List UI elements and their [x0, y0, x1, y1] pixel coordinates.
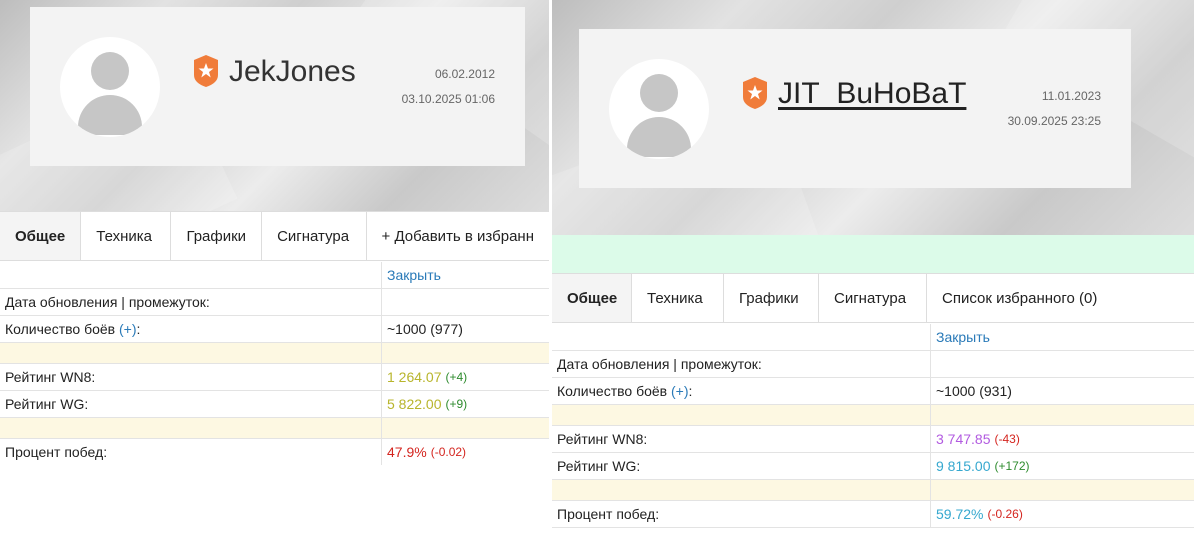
table-row: Закрыть [552, 324, 1194, 351]
registration-date: 06.02.2012 [434, 67, 495, 81]
wn8-delta: (+4) [445, 370, 468, 384]
tab-favorites-list[interactable]: Список избранного (0) [927, 274, 1112, 322]
tab-general[interactable]: Общее [552, 274, 632, 322]
tab-vehicles[interactable]: Техника [632, 274, 724, 322]
winrate-value: 59.72% [936, 506, 984, 522]
wn8-label: Рейтинг WN8: [552, 426, 931, 452]
wn8-label: Рейтинг WN8: [0, 364, 382, 390]
table-row: Рейтинг WN8: 1 264.07 (+4) [0, 364, 549, 391]
close-link[interactable]: Закрыть [387, 267, 441, 283]
battles-expand-link[interactable]: (+) [671, 383, 689, 399]
stats-table: Закрыть Дата обновления | промежуток: Ко… [0, 262, 549, 465]
tab-vehicles[interactable]: Техника [81, 212, 172, 260]
table-row: Дата обновления | промежуток: [0, 289, 549, 316]
username-link[interactable]: JIT_BuHoBaT [778, 77, 966, 111]
table-row: Закрыть [0, 262, 549, 289]
left-profile-panel: JekJones 06.02.2012 03.10.2025 01:06 Общ… [0, 0, 549, 543]
winrate-delta: (-0.02) [430, 445, 467, 459]
stats-table: Закрыть Дата обновления | промежуток: Ко… [552, 324, 1194, 528]
table-row: Количество боёв (+): ~1000 (977) [0, 316, 549, 343]
table-row-spacer [0, 343, 549, 364]
table-row: Рейтинг WG: 9 815.00 (+172) [552, 453, 1194, 480]
avatar-placeholder-icon [609, 59, 709, 159]
tab-signature[interactable]: Сигнатура [262, 212, 367, 260]
profile-card: JekJones 06.02.2012 03.10.2025 01:06 [30, 7, 525, 166]
update-label: Дата обновления | промежуток: [0, 289, 382, 315]
registration-date: 11.01.2023 [1041, 89, 1101, 103]
table-row: Процент побед: 47.9% (-0.02) [0, 439, 549, 465]
profile-tabs: Общее Техника Графики Сигнатура Список и… [552, 273, 1194, 323]
wg-label: Рейтинг WG: [0, 391, 382, 417]
profile-banner: JIT_BuHoBaT 11.01.2023 30.09.2025 23:25 [552, 0, 1194, 235]
profile-card: JIT_BuHoBaT 11.01.2023 30.09.2025 23:25 [579, 29, 1131, 188]
premium-star-badge-icon [743, 77, 767, 109]
winrate-label: Процент побед: [552, 501, 931, 527]
tab-charts[interactable]: Графики [724, 274, 819, 322]
battles-value: ~1000 (931) [936, 383, 1012, 399]
wn8-value: 3 747.85 [936, 431, 991, 447]
winrate-value: 47.9% [387, 444, 427, 460]
tab-charts[interactable]: Графики [171, 212, 263, 260]
add-to-favorites-tab[interactable]: + Добавить в избранн [367, 212, 549, 260]
tab-general[interactable]: Общее [0, 212, 82, 260]
battles-label: Количество боёв [557, 383, 668, 399]
battles-label: Количество боёв [5, 321, 116, 337]
table-row-spacer [552, 405, 1194, 426]
avatar-placeholder-icon [60, 37, 160, 137]
profile-tabs: Общее Техника Графики Сигнатура + Добави… [0, 211, 549, 261]
table-row: Процент побед: 59.72% (-0.26) [552, 501, 1194, 528]
table-row: Рейтинг WN8: 3 747.85 (-43) [552, 426, 1194, 453]
wn8-delta: (-43) [994, 432, 1020, 446]
wg-delta: (+9) [445, 397, 468, 411]
table-row: Количество боёв (+): ~1000 (931) [552, 378, 1194, 405]
wn8-value: 1 264.07 [387, 369, 442, 385]
close-link[interactable]: Закрыть [936, 329, 990, 345]
update-label: Дата обновления | промежуток: [552, 351, 931, 377]
profile-banner: JekJones 06.02.2012 03.10.2025 01:06 [0, 0, 549, 212]
right-profile-panel: JIT_BuHoBaT 11.01.2023 30.09.2025 23:25 … [552, 0, 1194, 543]
winrate-delta: (-0.26) [987, 507, 1023, 521]
wg-value: 5 822.00 [387, 396, 442, 412]
table-row-spacer [552, 480, 1194, 501]
update-date: 03.10.2025 01:06 [401, 92, 495, 106]
table-row: Рейтинг WG: 5 822.00 (+9) [0, 391, 549, 418]
wg-delta: (+172) [994, 459, 1030, 473]
battles-value: ~1000 (977) [387, 321, 463, 337]
table-row: Дата обновления | промежуток: [552, 351, 1194, 378]
update-date: 30.09.2025 23:25 [1007, 114, 1101, 128]
battles-expand-link[interactable]: (+) [119, 321, 137, 337]
notice-strip [552, 235, 1194, 273]
table-row-spacer [0, 418, 549, 439]
username: JekJones [229, 55, 356, 88]
premium-star-badge-icon [194, 55, 218, 87]
winrate-label: Процент побед: [0, 439, 382, 465]
wg-label: Рейтинг WG: [552, 453, 931, 479]
tab-signature[interactable]: Сигнатура [819, 274, 927, 322]
wg-value: 9 815.00 [936, 458, 991, 474]
